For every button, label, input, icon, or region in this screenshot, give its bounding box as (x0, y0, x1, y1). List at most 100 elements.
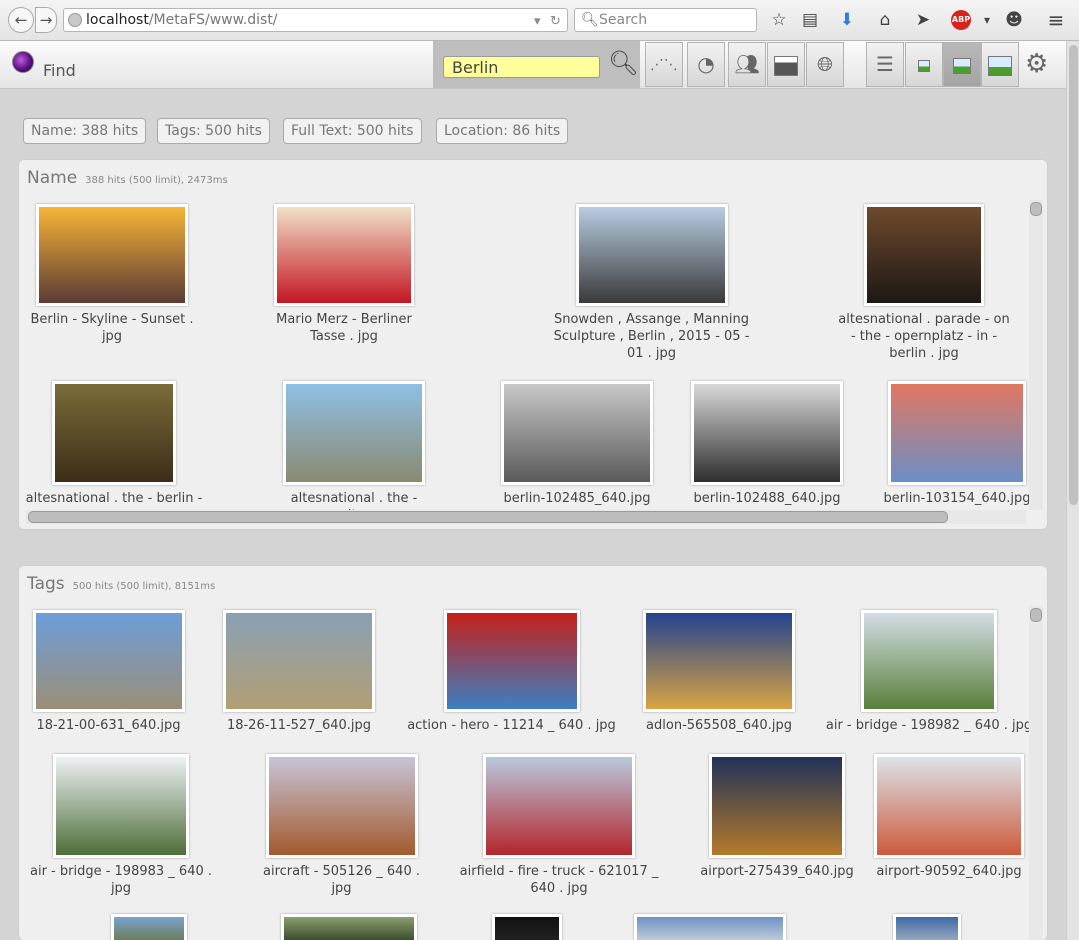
result-thumbnail[interactable] (892, 914, 961, 940)
large-thumbs-button[interactable] (981, 42, 1019, 87)
result-item[interactable]: adlon-565508_640.jpg (619, 610, 819, 734)
panel-meta: 500 hits (500 limit), 8151ms (72, 581, 216, 592)
result-thumbnail[interactable] (861, 610, 997, 712)
result-item[interactable]: airport-90592_640.jpg (864, 754, 1029, 880)
result-item[interactable] (89, 914, 209, 940)
people-view-button[interactable]: 👥︎ (728, 42, 766, 87)
result-item[interactable]: berlin-102485_640.jpg (482, 381, 672, 507)
result-thumbnail[interactable] (709, 754, 845, 858)
result-thumbnail[interactable] (483, 754, 635, 858)
url-path: /MetaFS/www.dist/ (148, 12, 278, 28)
result-item[interactable] (487, 914, 567, 940)
result-caption: Mario Merz - Berliner Tasse . jpg (276, 312, 412, 344)
stat-location-button[interactable]: Location: 86 hits (436, 118, 569, 144)
result-thumbnail[interactable] (36, 204, 188, 306)
list-view-button[interactable]: ☰ (866, 42, 904, 87)
result-thumbnail[interactable] (274, 204, 414, 306)
tree-view-button[interactable]: ⋰⋱ (645, 42, 683, 87)
scrollbar-thumb[interactable] (1030, 608, 1042, 622)
result-item[interactable]: altesnational . the - granite - ... (274, 381, 434, 524)
image-view-button[interactable] (767, 42, 805, 87)
result-item[interactable]: berlin-103154_640.jpg (872, 381, 1029, 507)
tree-icon: ⋰⋱ (650, 57, 678, 73)
result-thumbnail[interactable] (283, 381, 425, 485)
time-view-button[interactable]: ◔ (687, 42, 725, 87)
result-thumbnail[interactable] (575, 204, 728, 306)
result-thumbnail[interactable] (643, 610, 795, 712)
result-item[interactable]: air - bridge - 198983 _ 640 . jpg (21, 754, 221, 897)
result-thumbnail[interactable] (52, 381, 176, 485)
result-thumbnail[interactable] (633, 914, 786, 940)
globe-icon (68, 13, 82, 27)
search-go-icon[interactable]: 🔍︎ (608, 49, 638, 77)
send-icon[interactable]: ➤ (912, 8, 934, 32)
result-item[interactable]: Berlin - Skyline - Sunset . jpg (27, 204, 197, 345)
horizontal-scrollbar[interactable] (26, 510, 1026, 524)
gear-icon[interactable]: ⚙ (1025, 49, 1048, 79)
panel-title: Name 388 hits (500 limit), 2473ms (27, 168, 228, 188)
result-item[interactable] (274, 914, 424, 940)
menu-icon[interactable]: ≡ (1045, 8, 1067, 32)
download-icon[interactable]: ⬇ (836, 8, 858, 32)
scrollbar-thumb[interactable] (1069, 45, 1078, 505)
result-thumbnail[interactable] (53, 754, 189, 858)
result-item[interactable]: action - hero - 11214 _ 640 . jpg (399, 610, 624, 734)
result-thumbnail[interactable] (874, 754, 1024, 858)
smiley-icon[interactable]: ☻ (1003, 8, 1025, 32)
result-item[interactable]: berlin-102488_640.jpg (677, 381, 857, 507)
result-caption: airport-90592_640.jpg (876, 864, 1022, 879)
result-item[interactable]: airfield - fire - truck - 621017 _ 640 .… (459, 754, 659, 897)
result-thumbnail[interactable] (492, 914, 562, 940)
stat-fulltext-button[interactable]: Full Text: 500 hits (283, 118, 422, 144)
adblock-dropdown-icon[interactable]: ▾ (976, 8, 998, 32)
result-item[interactable]: airport-275439_640.jpg (687, 754, 867, 880)
browser-search-input[interactable]: 🔍︎ Search (574, 8, 757, 32)
result-thumbnail[interactable] (223, 610, 375, 712)
vertical-scrollbar[interactable] (1029, 606, 1043, 940)
result-thumbnail[interactable] (281, 914, 417, 940)
medium-thumbs-button[interactable] (943, 42, 981, 87)
forward-button[interactable]: → (35, 7, 57, 33)
adblock-icon[interactable]: ABP (951, 10, 971, 30)
result-thumbnail[interactable] (32, 610, 185, 712)
stat-name-button[interactable]: Name: 388 hits (23, 118, 147, 144)
scrollbar-thumb[interactable] (28, 511, 948, 523)
vertical-scrollbar[interactable] (1029, 200, 1043, 510)
result-item[interactable]: 18-26-11-527_640.jpg (209, 610, 389, 734)
result-thumbnail[interactable] (864, 204, 984, 306)
result-item[interactable]: aircraft - 505126 _ 640 . jpg (254, 754, 429, 897)
page-scrollbar[interactable] (1066, 41, 1079, 940)
result-caption: action - hero - 11214 _ 640 . jpg (407, 718, 616, 733)
result-caption: adlon-565508_640.jpg (646, 718, 792, 733)
bookmark-star-icon[interactable]: ☆ (768, 8, 790, 32)
home-icon[interactable]: ⌂ (874, 8, 896, 32)
result-item[interactable]: 18-21-00-631_640.jpg (21, 610, 196, 734)
query-input[interactable] (443, 56, 600, 78)
result-thumbnail[interactable] (888, 381, 1026, 485)
result-thumbnail[interactable] (443, 610, 580, 712)
result-item[interactable]: Snowden , Assange , Manning Sculpture , … (544, 204, 759, 362)
scrollbar-thumb[interactable] (1030, 202, 1042, 216)
app-logo-icon[interactable] (12, 51, 34, 73)
dropdown-icon[interactable]: ▾ (534, 11, 541, 33)
result-item[interactable]: altesnational . parade - on - the - oper… (834, 204, 1014, 362)
result-thumbnail[interactable] (111, 914, 187, 940)
back-button[interactable]: ← (8, 7, 34, 33)
small-thumbs-button[interactable] (905, 42, 943, 87)
result-thumbnail[interactable] (265, 754, 418, 858)
result-caption: airfield - fire - truck - 621017 _ 640 .… (459, 864, 659, 896)
result-item[interactable]: Mario Merz - Berliner Tasse . jpg (264, 204, 424, 345)
browser-toolbar: ← → localhost/MetaFS/www.dist/ ▾ ↻ 🔍︎ Se… (0, 0, 1079, 41)
result-item[interactable] (889, 914, 964, 940)
result-item[interactable]: altesnational . the - berlin - ... (24, 381, 204, 524)
reload-icon[interactable]: ↻ (550, 11, 561, 33)
image-icon (774, 55, 798, 76)
globe-view-button[interactable]: 🌐︎ (806, 42, 844, 87)
url-bar[interactable]: localhost/MetaFS/www.dist/ ▾ ↻ (63, 8, 568, 32)
reading-list-icon[interactable]: ▤ (799, 8, 821, 32)
result-thumbnail[interactable] (691, 381, 843, 485)
result-item[interactable]: air - bridge - 198982 _ 640 . jpg (819, 610, 1029, 734)
stat-tags-button[interactable]: Tags: 500 hits (157, 118, 270, 144)
result-thumbnail[interactable] (501, 381, 653, 485)
result-item[interactable] (617, 914, 802, 940)
